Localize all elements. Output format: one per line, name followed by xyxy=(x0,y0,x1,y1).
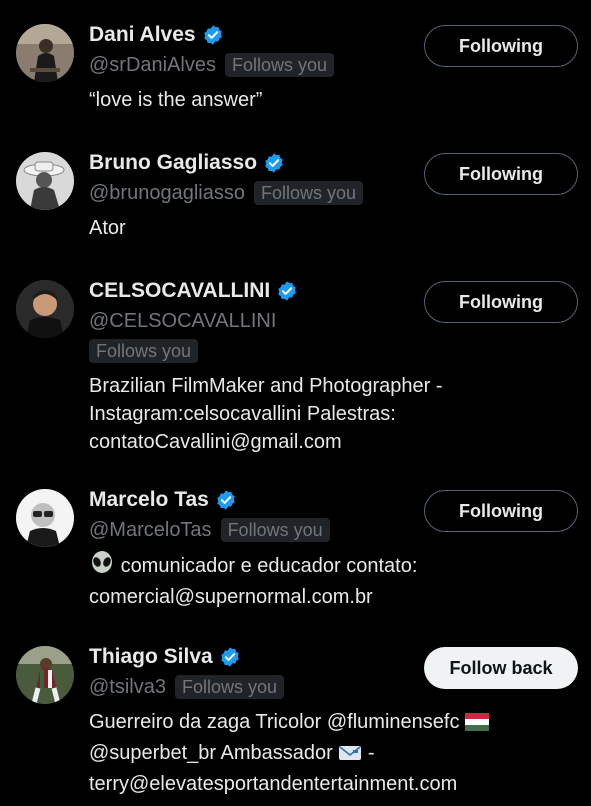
verified-badge-icon xyxy=(202,24,224,46)
user-handle: @brunogagliasso xyxy=(89,181,245,204)
follows-you-badge: Follows you xyxy=(220,518,330,542)
bio-line: comunicador e educador contato: xyxy=(120,555,418,577)
bio-line: Guerreiro da zaga Tricolor @fluminensefc xyxy=(89,711,460,733)
bio-line: comercial@supernormal.com.br xyxy=(89,586,373,608)
follows-you-badge: Follows you xyxy=(89,339,199,363)
bio-line: Ator xyxy=(89,217,126,239)
user-handle: @MarceloTas xyxy=(89,518,212,541)
bio-line: “love is the answer” xyxy=(89,89,263,111)
user-handle: @srDaniAlves xyxy=(89,53,217,76)
verified-badge-icon xyxy=(219,646,241,668)
hungary-flag-emoji xyxy=(465,711,490,739)
alien-emoji xyxy=(89,551,115,583)
bio-line: Brazilian FilmMaker and Photographer - xyxy=(89,375,443,397)
avatar[interactable] xyxy=(16,24,74,82)
following-button[interactable]: Following xyxy=(424,25,578,67)
envelope-emoji xyxy=(338,742,362,770)
following-button[interactable]: Following xyxy=(424,490,578,532)
user-bio: Brazilian FilmMaker and Photographer - I… xyxy=(89,372,575,456)
avatar[interactable] xyxy=(16,280,74,338)
avatar[interactable] xyxy=(16,646,74,704)
user-bio: Guerreiro da zaga Tricolor @fluminensefc… xyxy=(89,708,575,798)
display-name[interactable]: Dani Alves xyxy=(89,23,196,47)
bio-line: Instagram:celsocavallini Palestras: xyxy=(89,403,396,425)
user-handle: @tsilva3 xyxy=(89,675,166,698)
bio-line: terry@elevatesportandentertainment.com xyxy=(89,773,458,795)
avatar[interactable] xyxy=(16,152,74,210)
display-name[interactable]: Bruno Gagliasso xyxy=(89,151,257,175)
avatar[interactable] xyxy=(16,489,74,547)
bio-line: contatoCavallini@gmail.com xyxy=(89,431,342,453)
follow-back-button[interactable]: Follow back xyxy=(424,647,578,689)
following-button[interactable]: Following xyxy=(424,281,578,323)
display-name[interactable]: Marcelo Tas xyxy=(89,488,209,512)
following-button[interactable]: Following xyxy=(424,153,578,195)
verified-badge-icon xyxy=(215,489,237,511)
user-bio: comunicador e educador contato: comercia… xyxy=(89,551,575,611)
follows-you-badge: Follows you xyxy=(225,53,335,77)
user-handle: @CELSOCAVALLINI xyxy=(89,309,277,332)
follows-you-badge: Follows you xyxy=(253,181,364,205)
display-name[interactable]: CELSOCAVALLINI xyxy=(89,279,270,303)
following-list: Dani Alves @srDaniAlves Follows you “lov… xyxy=(0,0,591,806)
follows-you-badge: Follows you xyxy=(175,675,285,699)
display-name[interactable]: Thiago Silva xyxy=(89,645,213,669)
bio-line: @superbet_br Ambassador xyxy=(89,742,333,764)
user-bio: “love is the answer” xyxy=(89,86,575,114)
verified-badge-icon xyxy=(263,152,285,174)
verified-badge-icon xyxy=(276,280,298,302)
user-bio: Ator xyxy=(89,214,575,242)
